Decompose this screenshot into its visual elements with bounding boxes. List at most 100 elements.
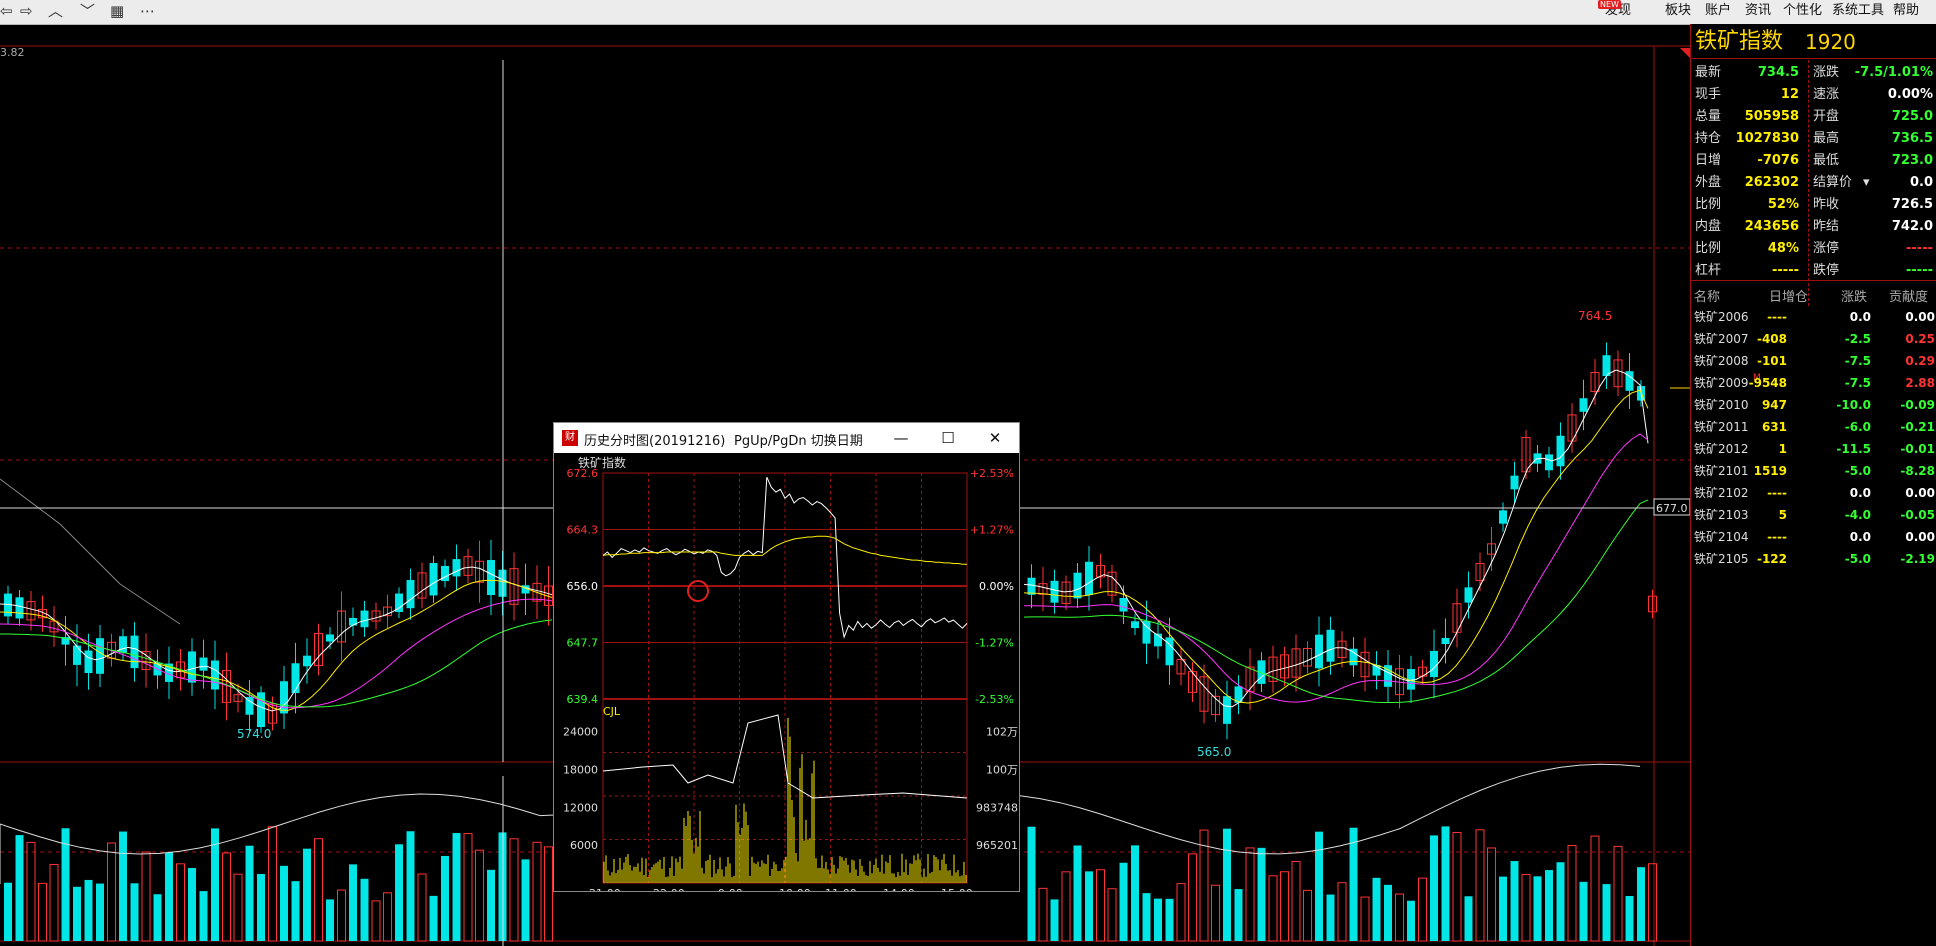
quote-row: 最高 736.5 (1809, 128, 1936, 150)
volume-bar (509, 838, 519, 942)
quote-label: 涨跌 (1813, 65, 1840, 80)
intraday-grid (602, 472, 968, 884)
contract-row[interactable]: 铁矿2008 -101 -7.5 0.29 (1691, 350, 1936, 372)
contract-row[interactable]: 铁矿2006 ---- 0.0 0.00 (1691, 306, 1936, 328)
candle-body (280, 681, 288, 714)
close-button[interactable]: ✕ (984, 427, 1006, 449)
volume-bar (1407, 900, 1415, 941)
contract-oi-change: 947 (1761, 398, 1787, 412)
app-logo-icon: 财 (562, 430, 578, 446)
crosshair-price-label: 677.0 (1656, 502, 1688, 515)
quote-row: 跌停 ----- (1809, 260, 1936, 282)
volume-bar (15, 835, 24, 941)
quote-row: 比例 48% (1691, 238, 1807, 260)
menu-account[interactable]: 账户 (1705, 3, 1731, 19)
candle-body (1085, 561, 1093, 595)
volume-tick: 6000 (570, 839, 598, 852)
more-icon[interactable]: ⋯ (140, 2, 155, 20)
candle-body (1027, 577, 1036, 595)
contract-row[interactable]: 铁矿2105 -122 -5.0 -2.19 (1691, 548, 1936, 570)
time-tick: 14:00 (883, 887, 915, 891)
back-icon[interactable]: ⇦ (0, 2, 13, 20)
volume-bar (1395, 893, 1404, 942)
contract-row[interactable]: 铁矿2010 947 -10.0 -0.09 (1691, 394, 1936, 416)
quote-value: 726.5 (1891, 197, 1933, 212)
top-left-value: 3.82 (0, 46, 25, 59)
contract-row[interactable]: 铁矿2104 ---- 0.0 0.00 (1691, 526, 1936, 548)
volume-bar (1257, 847, 1266, 941)
candle-body (1545, 454, 1553, 471)
volume-bar (280, 865, 288, 941)
candle-body (257, 692, 265, 728)
price-tick: 672.6 (567, 467, 599, 480)
volume-bar (337, 889, 346, 942)
quote-row: 总量 505958 (1691, 106, 1807, 128)
layout-icon[interactable]: ▦ (110, 2, 124, 20)
contract-oi-change: ---- (1767, 530, 1787, 544)
contract-row[interactable]: 铁矿2009 M -9548 -7.5 2.88 (1691, 372, 1936, 394)
contract-change: -5.0 (1844, 552, 1871, 566)
contract-row[interactable]: 铁矿2012 1 -11.5 -0.01 (1691, 438, 1936, 460)
quote-label: 外盘 (1695, 175, 1722, 190)
volume-bar (257, 874, 265, 941)
menu-sector[interactable]: 板块 (1665, 3, 1691, 19)
volume-bar (1188, 853, 1197, 942)
maximize-button[interactable]: ☐ (937, 427, 959, 449)
dropdown-icon[interactable]: ▾ (1863, 172, 1870, 194)
volume-bar (441, 855, 449, 941)
volume-bar (1533, 876, 1542, 941)
percent-tick: +2.53% (970, 467, 1014, 480)
contract-row[interactable]: 铁矿2007 -408 -2.5 0.25 (1691, 328, 1936, 350)
volume-bar (1499, 876, 1507, 941)
quote-value: 12 (1780, 87, 1799, 102)
volume-bar (1085, 871, 1093, 941)
volume-bar (429, 895, 438, 941)
contract-contribution: 2.88 (1905, 376, 1935, 390)
minimize-button[interactable]: — (890, 427, 912, 449)
volume-bar (532, 841, 542, 942)
menu-news[interactable]: 资讯 (1745, 3, 1771, 19)
forward-icon[interactable]: ⇨ (20, 2, 33, 20)
menu-personalize[interactable]: 个性化 (1783, 3, 1822, 19)
quote-label: 结算价 (1813, 175, 1853, 190)
time-tick: 15:00 (941, 887, 973, 891)
volume-bar (107, 842, 116, 942)
volume-bar (1452, 831, 1462, 942)
volume-bar (371, 900, 381, 942)
percent-tick: -2.53% (975, 693, 1014, 706)
volume-oi-tick: 102万 (986, 726, 1018, 739)
volume-oi-tick: 965201 (976, 839, 1018, 852)
volume-bar (1038, 887, 1048, 942)
volume-bar (96, 883, 104, 941)
chevron-up-icon[interactable]: ︿ (48, 2, 63, 20)
volume-bar (130, 883, 139, 941)
history-intraday-dialog[interactable]: 财 历史分时图(20191216) PgUp/PgDn 切换日期 — ☐ ✕ 铁… (553, 422, 1020, 892)
contract-contribution: -0.09 (1900, 398, 1935, 412)
contract-name: 铁矿2008 (1694, 354, 1749, 368)
contract-row[interactable]: 铁矿2011 631 -6.0 -0.21 (1691, 416, 1936, 438)
header-change: 涨跌 (1841, 290, 1868, 305)
menu-help[interactable]: 帮助 (1893, 3, 1919, 19)
contract-row[interactable]: 铁矿2101 1519 -5.0 -8.28 (1691, 460, 1936, 482)
menu-system-tools[interactable]: 系统工具 (1832, 3, 1884, 19)
quote-label: 最低 (1813, 153, 1840, 168)
volume-bar (463, 833, 473, 942)
quote-value: ----- (1772, 263, 1799, 278)
header-name: 名称 (1694, 290, 1721, 305)
dialog-titlebar[interactable]: 财 历史分时图(20191216) PgUp/PgDn 切换日期 — ☐ ✕ (554, 423, 1019, 453)
volume-bar (1521, 874, 1531, 942)
quote-value: -7076 (1757, 153, 1799, 168)
volume-bar (1131, 845, 1139, 941)
intraday-chart[interactable]: 铁矿指数 672.6664.3656.0647.7639.4+2.53%+1.2… (554, 453, 1019, 891)
contract-row[interactable]: 铁矿2102 ---- 0.0 0.00 (1691, 482, 1936, 504)
contract-name: 铁矿2011 (1694, 420, 1749, 434)
candle-body (1073, 572, 1082, 599)
time-axis: 21:00 22:00 9:00 10:00 11:00 14:00 15:00 (589, 887, 973, 891)
volume-bar (1464, 896, 1473, 941)
chevron-down-icon[interactable]: ﹀ (80, 2, 95, 20)
quote-row: 昨结 742.0 (1809, 216, 1936, 238)
volume-bar (268, 826, 277, 942)
volume-bar (475, 849, 484, 942)
contract-row[interactable]: 铁矿2103 5 -4.0 -0.05 (1691, 504, 1936, 526)
volume-bar (487, 869, 495, 941)
